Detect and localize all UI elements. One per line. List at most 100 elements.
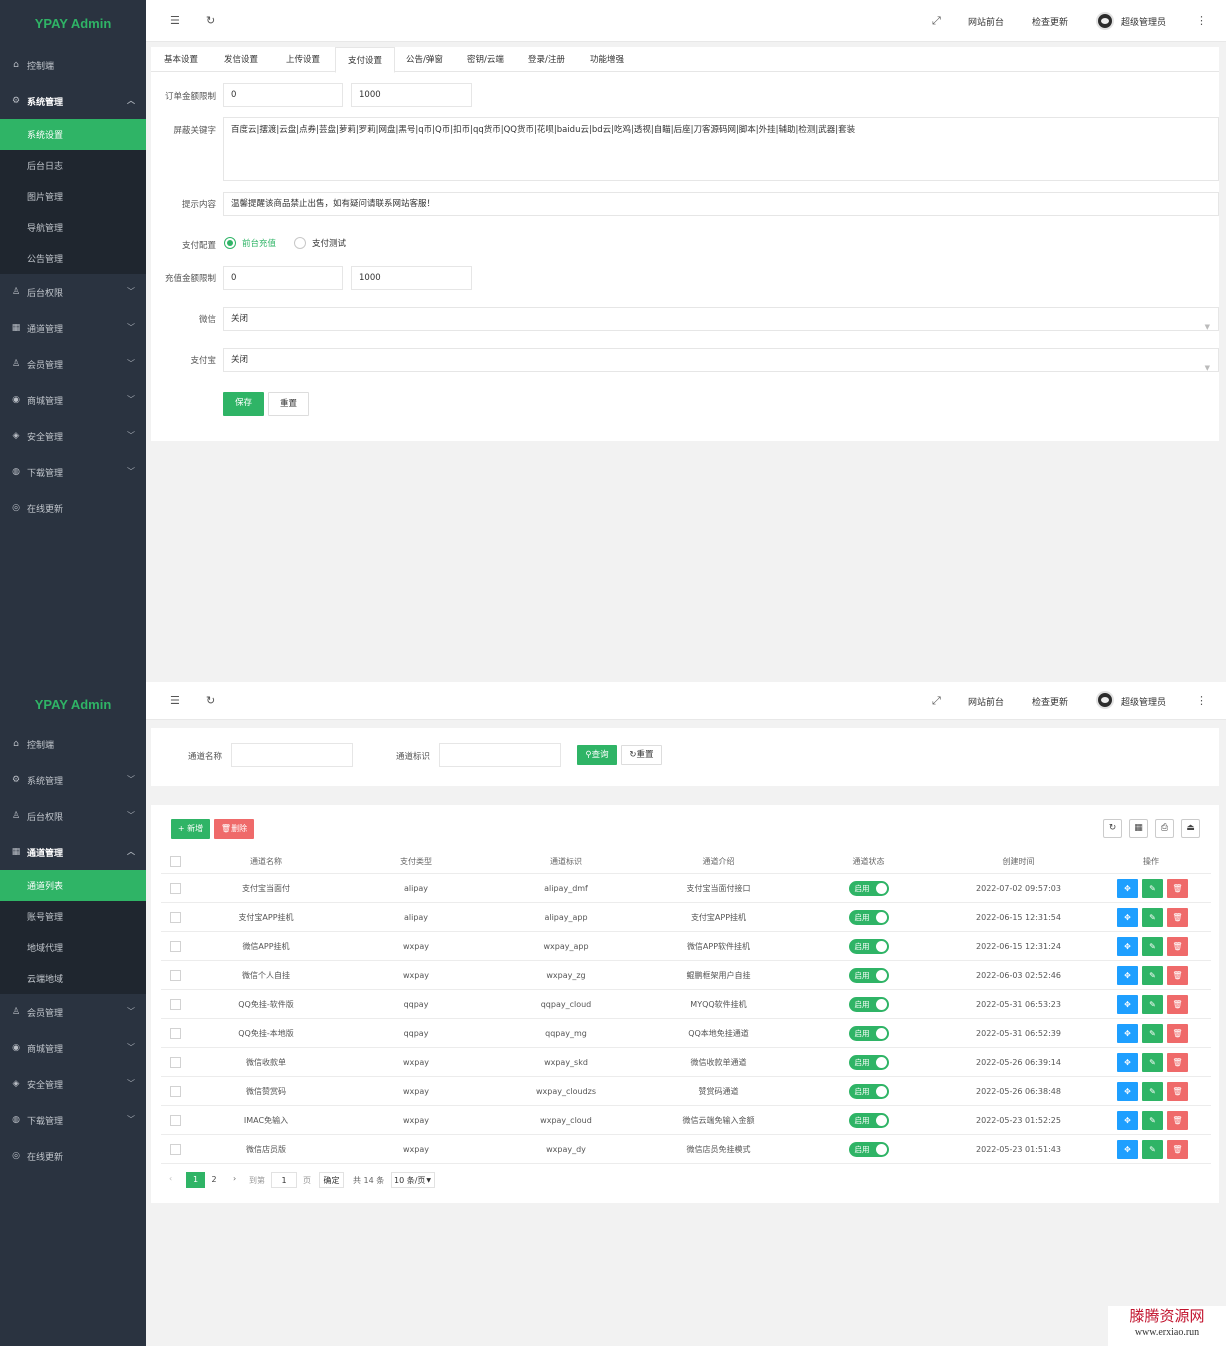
status-toggle[interactable]: 启用: [848, 1055, 889, 1070]
keywords-textarea[interactable]: 百度云|摆渡|云盘|点券|芸盘|萝莉|罗莉|网盘|黑号|q币|Q币|扣币|qq货…: [223, 117, 1219, 181]
submenu-item[interactable]: 公告管理: [0, 243, 146, 274]
page-1-button[interactable]: 1: [186, 1172, 205, 1188]
submenu-item[interactable]: 图片管理: [0, 181, 146, 212]
recharge-max-input[interactable]: 1000: [351, 266, 472, 290]
order-min-input[interactable]: 0: [223, 83, 343, 107]
query-button[interactable]: ⚲查询: [577, 745, 617, 765]
row-checkbox[interactable]: [170, 941, 181, 952]
submenu-item[interactable]: 通道列表: [0, 870, 146, 901]
row-checkbox[interactable]: [170, 1028, 181, 1039]
submenu-item[interactable]: 地域代理: [0, 932, 146, 963]
status-toggle[interactable]: 启用: [848, 910, 889, 925]
avatar[interactable]: [1096, 12, 1114, 30]
delete-button[interactable]: 🗑删除: [214, 819, 254, 839]
check-update-link[interactable]: 检查更新: [1032, 15, 1068, 28]
add-button[interactable]: + 新增: [171, 819, 210, 839]
row-checkbox[interactable]: [170, 1144, 181, 1155]
edit-icon[interactable]: ✎: [1142, 937, 1163, 956]
fullscreen-icon[interactable]: ⤢: [932, 14, 941, 28]
edit-icon[interactable]: ✎: [1142, 995, 1163, 1014]
move-icon[interactable]: ✥: [1117, 937, 1138, 956]
status-toggle[interactable]: 启用: [848, 1142, 889, 1157]
check-update-link[interactable]: 检查更新: [1032, 695, 1068, 708]
sidebar-item-gear[interactable]: ⚙ 系统管理 ﹀: [0, 762, 146, 798]
edit-icon[interactable]: ✎: [1142, 966, 1163, 985]
status-toggle[interactable]: 启用: [848, 997, 889, 1012]
columns-icon[interactable]: ▦: [1129, 819, 1148, 838]
sidebar-item-shield[interactable]: ◈ 安全管理 ﹀: [0, 1066, 146, 1102]
tab-5[interactable]: 密钥/云端: [467, 47, 504, 72]
tab-1[interactable]: 发信设置: [224, 47, 258, 72]
radio-front-recharge[interactable]: 前台充值: [224, 237, 276, 249]
edit-icon[interactable]: ✎: [1142, 879, 1163, 898]
fullscreen-icon[interactable]: ⤢: [932, 694, 941, 708]
tab-2[interactable]: 上传设置: [286, 47, 320, 72]
edit-icon[interactable]: ✎: [1142, 1082, 1163, 1101]
radio-pay-test[interactable]: 支付测试: [294, 237, 346, 249]
reset-button[interactable]: 重置: [268, 392, 309, 416]
move-icon[interactable]: ✥: [1117, 1140, 1138, 1159]
move-icon[interactable]: ✥: [1117, 966, 1138, 985]
sidebar-item-shield[interactable]: ◈ 安全管理 ﹀: [0, 418, 146, 454]
status-toggle[interactable]: 启用: [848, 1084, 889, 1099]
status-toggle[interactable]: 启用: [848, 1026, 889, 1041]
page-2-button[interactable]: 2: [207, 1172, 221, 1188]
sidebar-item-channel[interactable]: ▦ 通道管理 ︿: [0, 834, 146, 870]
status-toggle[interactable]: 启用: [848, 939, 889, 954]
export-icon[interactable]: ⏏: [1181, 819, 1200, 838]
tab-4[interactable]: 公告/弹窗: [406, 47, 443, 72]
move-icon[interactable]: ✥: [1117, 879, 1138, 898]
sidebar-item-user[interactable]: ♙ 后台权限 ﹀: [0, 274, 146, 310]
row-checkbox[interactable]: [170, 1115, 181, 1126]
move-icon[interactable]: ✥: [1117, 1053, 1138, 1072]
trash-icon[interactable]: 🗑: [1167, 1053, 1188, 1072]
goto-page-input[interactable]: 1: [271, 1172, 297, 1188]
sidebar-item-user[interactable]: ♙ 后台权限 ﹀: [0, 798, 146, 834]
sidebar-item-shop[interactable]: ◉ 商城管理 ﹀: [0, 1030, 146, 1066]
edit-icon[interactable]: ✎: [1142, 908, 1163, 927]
sidebar-item-member[interactable]: ♙ 会员管理 ﹀: [0, 994, 146, 1030]
submenu-item[interactable]: 导航管理: [0, 212, 146, 243]
move-icon[interactable]: ✥: [1117, 1024, 1138, 1043]
sidebar-item-channel[interactable]: ▦ 通道管理 ﹀: [0, 310, 146, 346]
edit-icon[interactable]: ✎: [1142, 1053, 1163, 1072]
trash-icon[interactable]: 🗑: [1167, 937, 1188, 956]
edit-icon[interactable]: ✎: [1142, 1140, 1163, 1159]
channel-name-input[interactable]: [231, 743, 353, 767]
submenu-item[interactable]: 系统设置: [0, 119, 146, 150]
order-max-input[interactable]: 1000: [351, 83, 472, 107]
trash-icon[interactable]: 🗑: [1167, 995, 1188, 1014]
site-front-link[interactable]: 网站前台: [968, 15, 1004, 28]
trash-icon[interactable]: 🗑: [1167, 908, 1188, 927]
print-icon[interactable]: ⎙: [1155, 819, 1174, 838]
menu-toggle-icon[interactable]: ☰: [170, 694, 180, 707]
brand-logo[interactable]: YPAY Admin: [0, 682, 146, 726]
edit-icon[interactable]: ✎: [1142, 1024, 1163, 1043]
recharge-min-input[interactable]: 0: [223, 266, 343, 290]
prev-page-icon[interactable]: ‹: [169, 1174, 172, 1183]
trash-icon[interactable]: 🗑: [1167, 879, 1188, 898]
refresh-icon[interactable]: ↻: [206, 14, 215, 27]
row-checkbox[interactable]: [170, 970, 181, 981]
status-toggle[interactable]: 启用: [848, 881, 889, 896]
tab-3[interactable]: 支付设置: [335, 47, 395, 73]
refresh-icon[interactable]: ↻: [1103, 819, 1122, 838]
tab-6[interactable]: 登录/注册: [528, 47, 565, 72]
move-icon[interactable]: ✥: [1117, 908, 1138, 927]
row-checkbox[interactable]: [170, 1057, 181, 1068]
status-toggle[interactable]: 启用: [848, 1113, 889, 1128]
row-checkbox[interactable]: [170, 1086, 181, 1097]
brand-logo[interactable]: YPAY Admin: [0, 0, 146, 47]
sidebar-item-refresh-check[interactable]: ◎ 在线更新: [0, 490, 146, 526]
user-name[interactable]: 超级管理员: [1121, 15, 1166, 28]
row-checkbox[interactable]: [170, 999, 181, 1010]
goto-confirm-button[interactable]: 确定: [319, 1172, 344, 1188]
save-button[interactable]: 保存: [223, 392, 264, 416]
sidebar-item-gear[interactable]: ⚙ 系统管理 ︿: [0, 83, 146, 119]
more-icon[interactable]: ⋮: [1196, 14, 1207, 27]
sidebar-item-shop[interactable]: ◉ 商城管理 ﹀: [0, 382, 146, 418]
trash-icon[interactable]: 🗑: [1167, 1140, 1188, 1159]
trash-icon[interactable]: 🗑: [1167, 1082, 1188, 1101]
sidebar-item-download[interactable]: ◍ 下载管理 ﹀: [0, 1102, 146, 1138]
status-toggle[interactable]: 启用: [848, 968, 889, 983]
